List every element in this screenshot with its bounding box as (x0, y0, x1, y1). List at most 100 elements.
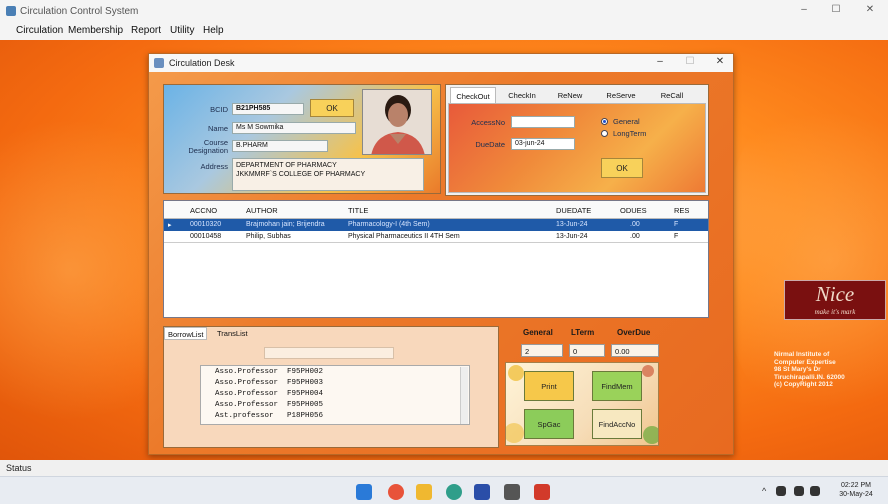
tab-recall[interactable]: ReCall (650, 87, 694, 103)
onedrive-icon[interactable] (776, 486, 786, 496)
status-bar: Status (0, 460, 888, 476)
app-title: Circulation Control System (20, 6, 139, 17)
tab-renew[interactable]: ReNew (548, 87, 592, 103)
cell-duedate: 13-Jun-24 (556, 221, 588, 228)
accessno-label: AccessNo (471, 118, 505, 127)
name-label: Name (207, 124, 228, 133)
longterm-radio[interactable] (601, 130, 608, 137)
member-panel: BCID B21PH585 OK Name Ms M Sowmika Cours… (163, 84, 441, 194)
pdf-icon[interactable] (534, 484, 550, 500)
general-count-label: General (523, 328, 553, 337)
checkout-ok-button[interactable]: OK (601, 158, 643, 178)
borrow-list[interactable]: Asso.Professor F95PH002 Asso.Professor F… (200, 365, 470, 425)
menu-report[interactable]: Report (131, 25, 161, 36)
col-duedate[interactable]: DUEDATE (556, 201, 591, 219)
overdue-count-field: 0.00 (611, 344, 659, 357)
cell-author: Philip, Subhas (246, 233, 291, 240)
findmem-button[interactable]: FindMem (592, 371, 642, 401)
institute-line: 98 St Mary's Dr (774, 366, 821, 373)
start-icon[interactable] (356, 484, 372, 500)
list-item[interactable]: Asso.Professor F95PH003 (215, 379, 323, 387)
col-title[interactable]: TITLE (348, 201, 368, 219)
list-item[interactable]: Asso.Professor F95PH002 (215, 368, 323, 376)
course-field[interactable]: B.PHARM (232, 140, 328, 152)
clock[interactable]: 02:22 PM 30-May-24 (828, 481, 884, 499)
overdue-count-label: OverDue (617, 328, 651, 337)
cell-duedate: 13-Jun-24 (556, 233, 588, 240)
tab-checkin[interactable]: CheckIn (500, 87, 544, 103)
duedate-label: DueDate (475, 140, 505, 149)
app-title-bar: Circulation Control System – ☐ ✕ (0, 0, 888, 22)
col-author[interactable]: AUTHOR (246, 201, 278, 219)
issued-books-grid: ACCNO AUTHOR TITLE DUEDATE ODUES RES ▸ 0… (163, 200, 709, 318)
list-scrollbar[interactable] (460, 367, 468, 424)
lterm-count-label: LTerm (571, 328, 595, 337)
dialog-body: BCID B21PH585 OK Name Ms M Sowmika Cours… (149, 72, 733, 454)
institute-line: Computer Expertise (774, 358, 836, 366)
app-icon[interactable] (474, 484, 490, 500)
borrow-panel: BorrowList TransList Asso.Professor F95P… (163, 326, 499, 448)
nice-logo: Nice make it's mark (784, 280, 886, 320)
dialog-maximize-button[interactable]: ☐ (679, 56, 701, 67)
volume-icon[interactable] (810, 486, 820, 496)
address-field[interactable]: DEPARTMENT OF PHARMACY JKKMMRF`S COLLEGE… (232, 158, 424, 191)
institute-line: Nirmal Institute of (774, 351, 830, 358)
folder-icon[interactable] (416, 484, 432, 500)
cell-res: F (674, 233, 679, 240)
list-item[interactable]: Asso.Professor F95PH005 (215, 401, 323, 409)
designation-label: Designation (188, 146, 228, 155)
bcid-field[interactable]: B21PH585 (232, 103, 304, 115)
spgac-button[interactable]: SpGac (524, 409, 574, 439)
bcid-label: BCID (210, 105, 228, 114)
action-panel: Print FindMem SpGac FindAccNo (505, 362, 659, 446)
findaccno-button[interactable]: FindAccNo (592, 409, 642, 439)
dialog-title-bar: Circulation Desk – ☐ ✕ (149, 54, 733, 72)
app-icon (6, 6, 16, 16)
general-count-field: 2 (521, 344, 563, 357)
menu-utility[interactable]: Utility (170, 25, 194, 36)
dialog-title: Circulation Desk (169, 58, 235, 68)
dialog-minimize-button[interactable]: – (649, 56, 671, 67)
clock-date: 30-May-24 (839, 491, 873, 498)
longterm-radio-label: LongTerm (613, 129, 647, 138)
menu-membership[interactable]: Membership (68, 25, 123, 36)
browser-icon[interactable] (388, 484, 404, 500)
dialog-icon (154, 58, 164, 68)
close-button[interactable]: ✕ (858, 4, 882, 18)
network-icon[interactable] (794, 486, 804, 496)
borrow-search-field[interactable] (264, 347, 394, 359)
circulation-desk-window: Circulation Desk – ☐ ✕ BCID B21PH585 OK … (148, 53, 734, 455)
bcid-ok-button[interactable]: OK (310, 99, 354, 117)
col-res[interactable]: RES (674, 201, 689, 219)
cell-res: F (674, 221, 679, 228)
tab-borrowlist[interactable]: BorrowList (164, 327, 208, 340)
tab-reserve[interactable]: ReServe (596, 87, 646, 103)
general-radio-label: General (613, 117, 640, 126)
logo-tagline: make it's mark (814, 308, 856, 316)
address-line: DEPARTMENT OF PHARMACY (236, 162, 337, 169)
institute-line: Tiruchirapalli.IN. 62000 (774, 373, 845, 381)
list-item[interactable]: Asso.Professor F95PH004 (215, 390, 323, 398)
tray-chevron-icon[interactable]: ^ (762, 486, 766, 496)
menu-circulation[interactable]: Circulation (16, 25, 63, 36)
lterm-count-field: 0 (569, 344, 605, 357)
print-button[interactable]: Print (524, 371, 574, 401)
general-radio[interactable] (601, 118, 608, 125)
accessno-field[interactable] (511, 116, 575, 128)
name-field[interactable]: Ms M Sowmika (232, 122, 356, 134)
app-icon[interactable] (504, 484, 520, 500)
tab-translist[interactable]: TransList (214, 327, 251, 340)
col-accno[interactable]: ACCNO (190, 201, 217, 219)
col-odues[interactable]: ODUES (620, 201, 647, 219)
list-item[interactable]: Ast.professor P18PH056 (215, 412, 323, 420)
transaction-tabs: CheckOut CheckIn ReNew ReServe ReCall Ac… (445, 84, 709, 196)
edge-icon[interactable] (446, 484, 462, 500)
maximize-button[interactable]: ☐ (824, 4, 848, 18)
address-line: JKKMMRF`S COLLEGE OF PHARMACY (236, 171, 366, 178)
dialog-close-button[interactable]: ✕ (709, 56, 731, 67)
duedate-field[interactable]: 03-jun-24 (511, 138, 575, 150)
menu-help[interactable]: Help (203, 25, 224, 36)
tab-checkout[interactable]: CheckOut (450, 87, 496, 103)
minimize-button[interactable]: – (792, 4, 816, 18)
cell-author: Brajmohan jain; Brijendra (246, 221, 325, 228)
